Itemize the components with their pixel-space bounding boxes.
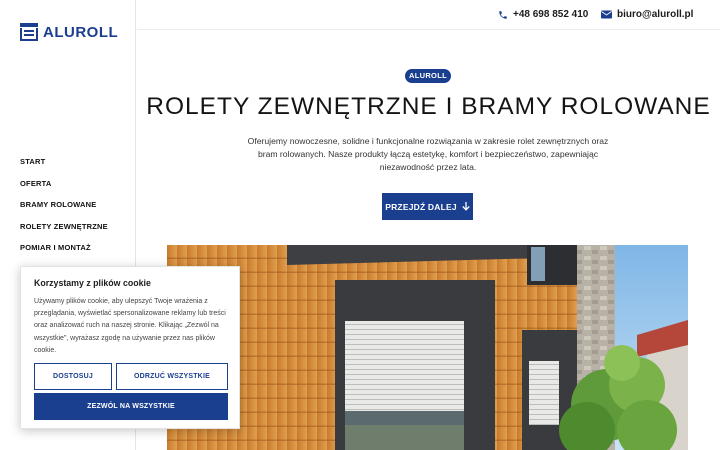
arrow-down-icon bbox=[462, 202, 470, 211]
email-link[interactable]: biuro@aluroll.pl bbox=[601, 9, 693, 20]
hero-badge: ALUROLL bbox=[405, 69, 451, 83]
nav-item-rolety-zewnetrzne[interactable]: ROLETY ZEWNĘTRZNE bbox=[20, 222, 108, 244]
hero-image bbox=[167, 245, 688, 450]
nav-item-pomiar-i-montaz[interactable]: POMIAR I MONTAŻ bbox=[20, 243, 108, 265]
accept-all-button[interactable]: ZEZWÓL NA WSZYSTKIE bbox=[34, 393, 228, 420]
envelope-icon bbox=[601, 10, 612, 19]
hero-title: ROLETY ZEWNĘTRZNE I BRAMY ROLOWANE bbox=[146, 93, 711, 120]
phone-number: +48 698 852 410 bbox=[513, 9, 589, 20]
customize-button[interactable]: DOSTOSUJ bbox=[34, 363, 112, 390]
phone-link[interactable]: +48 698 852 410 bbox=[498, 9, 588, 20]
cookie-text: Używamy plików cookie, aby ulepszyć Twoj… bbox=[34, 298, 226, 354]
logo-mark-icon bbox=[20, 23, 38, 41]
nav-item-bramy-rolowane[interactable]: BRAMY ROLOWANE bbox=[20, 200, 108, 222]
email-address: biuro@aluroll.pl bbox=[617, 9, 694, 20]
logo[interactable]: ALUROLL bbox=[20, 23, 118, 41]
top-bar: +48 698 852 410 biuro@aluroll.pl bbox=[137, 0, 720, 30]
hero-description: Oferujemy nowoczesne, solidne i funkcjon… bbox=[247, 136, 609, 172]
cookie-title: Korzystamy z plików cookie bbox=[34, 278, 151, 288]
main-nav: START OFERTA BRAMY ROLOWANE ROLETY ZEWNĘ… bbox=[20, 157, 108, 265]
phone-icon bbox=[499, 10, 507, 19]
reject-all-button[interactable]: ODRZUĆ WSZYSTKIE bbox=[116, 363, 228, 390]
cta-label: PRZEJDŹ DALEJ bbox=[385, 201, 457, 212]
cta-button[interactable]: PRZEJDŹ DALEJ bbox=[382, 193, 473, 220]
cookie-dialog: Korzystamy z plików cookie Używamy plikó… bbox=[20, 266, 240, 429]
logo-text: ALUROLL bbox=[43, 23, 119, 41]
nav-item-oferta[interactable]: OFERTA bbox=[20, 179, 108, 201]
nav-item-start[interactable]: START bbox=[20, 157, 108, 179]
